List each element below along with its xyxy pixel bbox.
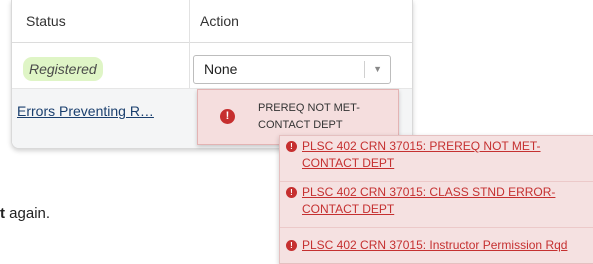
instruction-rest: again. — [5, 205, 51, 222]
action-select[interactable]: None ▼ — [193, 55, 391, 84]
grid-header-row: Status Action — [12, 0, 412, 43]
error-icon: ! — [286, 187, 297, 198]
error-item-text[interactable]: PLSC 402 CRN 37015: PREREQ NOT MET- CONT… — [302, 138, 572, 172]
error-icon: ! — [286, 141, 297, 152]
error-icon: ! — [286, 240, 297, 251]
error-icon: ! — [220, 109, 235, 124]
error-item[interactable]: ! PLSC 402 CRN 37015: PREREQ NOT MET- CO… — [280, 136, 593, 182]
error-item-text[interactable]: PLSC 402 CRN 37015: Instructor Permissio… — [302, 237, 592, 254]
tooltip-message: PREREQ NOT MET- CONTACT DEPT — [258, 102, 360, 131]
action-select-value: None — [204, 61, 238, 77]
error-item-text[interactable]: PLSC 402 CRN 37015: CLASS STND ERROR- CO… — [302, 184, 572, 218]
error-list-panel: ! PLSC 402 CRN 37015: PREREQ NOT MET- CO… — [279, 135, 593, 264]
select-separator — [364, 61, 365, 78]
errors-preventing-registration-link[interactable]: Errors Preventing R… — [17, 103, 154, 119]
error-item[interactable]: ! PLSC 402 CRN 37015: CLASS STND ERROR- … — [280, 182, 593, 228]
table-row: Registered None ▼ — [12, 43, 412, 89]
error-item[interactable]: ! PLSC 402 CRN 37015: Instructor Permiss… — [280, 232, 593, 262]
header-action[interactable]: Action — [200, 0, 239, 42]
chevron-down-icon[interactable]: ▼ — [373, 56, 382, 83]
header-status[interactable]: Status — [26, 0, 66, 42]
instruction-text: t again. — [0, 205, 50, 222]
status-badge: Registered — [23, 57, 103, 81]
